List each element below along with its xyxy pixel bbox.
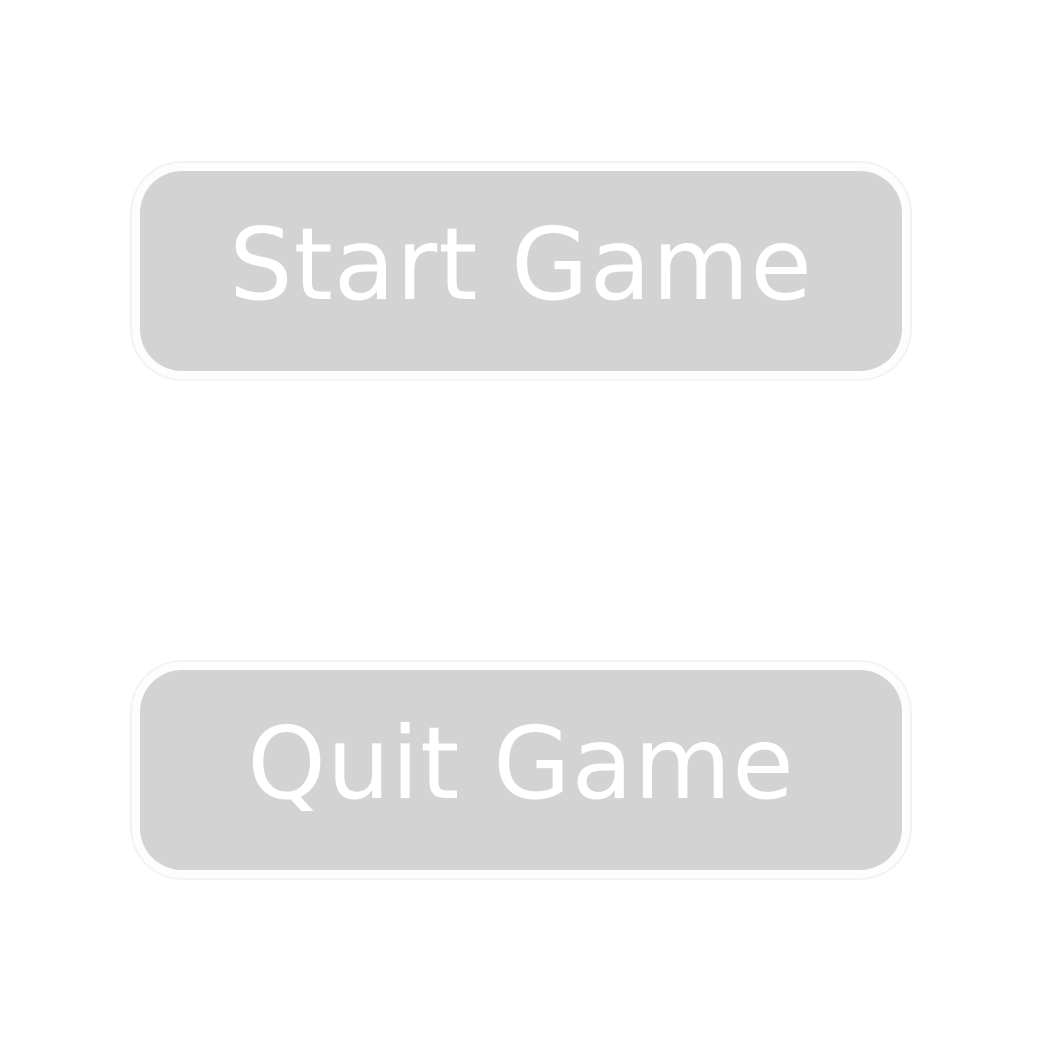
- start-game-label: Start Game: [229, 206, 813, 323]
- start-game-button[interactable]: Start Game: [140, 171, 902, 371]
- main-menu: Start Game Quit Game: [0, 0, 1042, 1042]
- quit-game-label: Quit Game: [247, 705, 795, 822]
- quit-game-button[interactable]: Quit Game: [140, 670, 902, 870]
